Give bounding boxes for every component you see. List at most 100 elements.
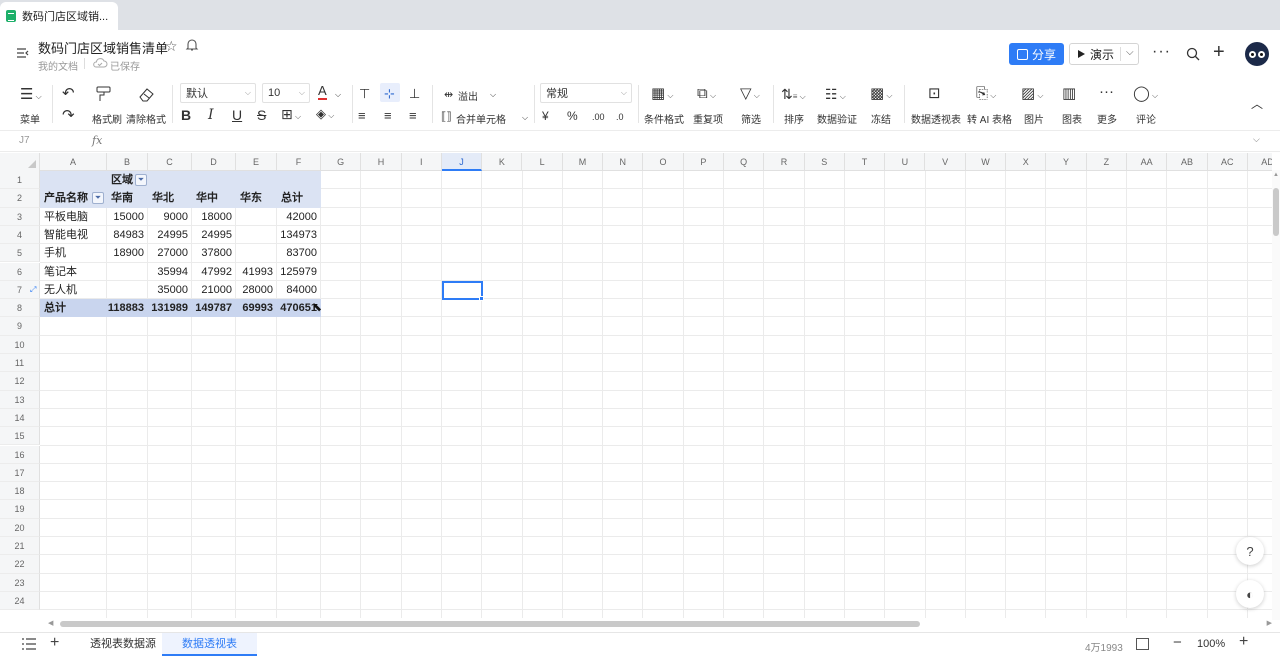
row-header-11[interactable]: 11 xyxy=(0,354,40,373)
scroll-thumb[interactable] xyxy=(1273,188,1279,236)
more-label[interactable]: 更多 xyxy=(1097,111,1117,126)
comment-icon[interactable]: ◯ ⌵ xyxy=(1133,86,1158,104)
format-painter-icon[interactable] xyxy=(94,86,114,102)
column-header-t[interactable]: T xyxy=(845,153,886,171)
undo-icon[interactable]: ↶ xyxy=(62,86,75,102)
pivot-value-cell[interactable]: 27000 xyxy=(148,244,192,262)
search-icon[interactable] xyxy=(1186,47,1200,61)
pivot-value-cell[interactable]: 83700 xyxy=(277,244,321,262)
chevron-down-icon[interactable]: ⌵ xyxy=(490,87,496,103)
pivot-value-cell[interactable]: 21000 xyxy=(192,281,236,299)
spreadsheet-grid[interactable]: A B C D E F G H I J K L M N O P Q R S T U V W X Y Z AA AB AC AD 12345… xyxy=(0,153,1272,618)
pivot-value-cell[interactable]: 18000 xyxy=(192,208,236,226)
italic-icon[interactable]: I xyxy=(208,107,214,123)
number-format-select[interactable]: 常规 ⌵ xyxy=(540,83,632,103)
percent-icon[interactable]: % xyxy=(567,108,578,124)
row-header-18[interactable]: 18 xyxy=(0,482,40,501)
column-header-l[interactable]: L xyxy=(523,153,563,171)
vertical-scrollbar[interactable]: ▲ xyxy=(1272,170,1280,620)
duplicates-label[interactable]: 重复项 xyxy=(693,111,723,126)
row-header-3[interactable]: 3 xyxy=(0,207,40,226)
pivot-value-cell[interactable]: 24995 xyxy=(148,226,192,244)
decimal-decrease-icon[interactable]: .00 xyxy=(592,109,605,125)
column-header-c[interactable]: C xyxy=(148,153,192,171)
row-header-6[interactable]: 6 xyxy=(0,262,40,281)
pivot-total-cell[interactable]: 118883 xyxy=(107,299,148,317)
pivot-value-cell[interactable]: 28000 xyxy=(236,281,277,299)
column-header-i[interactable]: I xyxy=(402,153,442,171)
scroll-left-icon[interactable]: ◀ xyxy=(48,619,53,627)
filter-dropdown-icon[interactable]: ⏷ xyxy=(92,192,104,205)
more-icon[interactable]: ··· xyxy=(1099,84,1114,100)
add-sheet-icon[interactable]: + xyxy=(50,634,59,652)
image-icon[interactable]: ▨ ⌵ xyxy=(1021,86,1043,104)
row-header-22[interactable]: 22 xyxy=(0,555,40,574)
row-header-12[interactable]: 12 xyxy=(0,372,40,391)
sheet-tab[interactable]: 透视表数据源 xyxy=(70,633,176,656)
ai-table-icon[interactable]: ⎘ ⌵ xyxy=(976,86,996,104)
comment-label[interactable]: 评论 xyxy=(1136,111,1156,126)
row-header-2[interactable]: 2 xyxy=(0,189,40,208)
pivot-column-header[interactable]: 华中 xyxy=(192,189,236,207)
align-top-icon[interactable]: ⊤ xyxy=(359,86,370,102)
column-header-f[interactable]: F xyxy=(277,153,321,171)
column-header-h[interactable]: H xyxy=(361,153,402,171)
column-header-aa[interactable]: AA xyxy=(1127,153,1168,171)
pivot-row-label[interactable]: 无人机 xyxy=(40,281,107,299)
merge-label[interactable]: 合并单元格 xyxy=(456,111,506,126)
column-header-s[interactable]: S xyxy=(805,153,845,171)
cond-format-label[interactable]: 条件格式 xyxy=(644,111,684,126)
star-icon[interactable]: ☆ xyxy=(165,38,178,55)
column-header-o[interactable]: O xyxy=(643,153,684,171)
formula-input[interactable] xyxy=(110,134,1240,149)
column-header-u[interactable]: U xyxy=(885,153,926,171)
filter-label[interactable]: 筛选 xyxy=(741,111,761,126)
pivot-row-label[interactable]: 手机 xyxy=(40,244,107,262)
avatar[interactable] xyxy=(1245,42,1269,66)
pivot-table-icon[interactable]: ⊡ xyxy=(928,86,941,102)
row-header-10[interactable]: 10 xyxy=(0,335,40,354)
ai-table-label[interactable]: 转 AI 表格 xyxy=(967,111,1012,126)
doc-title[interactable]: 数码门店区域销售清单 xyxy=(38,38,168,57)
pivot-row-label[interactable]: 智能电视 xyxy=(40,226,107,244)
pivot-row-header[interactable]: 产品名称 xyxy=(40,189,100,207)
font-color-icon[interactable]: A xyxy=(318,84,327,100)
column-header-k[interactable]: K xyxy=(482,153,523,171)
sort-label[interactable]: 排序 xyxy=(784,111,804,126)
data-validation-icon[interactable]: ☷ ⌵ xyxy=(825,86,846,105)
pivot-value-cell[interactable] xyxy=(107,281,148,299)
browser-tab[interactable]: 数码门店区域销... xyxy=(0,2,118,30)
font-size-select[interactable]: 10 ⌵ xyxy=(262,83,310,103)
chevron-down-icon[interactable]: ⌵ xyxy=(1126,47,1134,58)
column-header-x[interactable]: X xyxy=(1006,153,1047,171)
chart-icon[interactable]: ▥ xyxy=(1062,86,1076,102)
help-button[interactable]: ? xyxy=(1236,537,1264,565)
collapse-toolbar-icon[interactable]: ︿ xyxy=(1251,96,1263,112)
sort-icon[interactable]: ⇅≡ ⌵ xyxy=(781,86,806,105)
function-icon[interactable]: fx xyxy=(92,134,102,147)
doc-list-icon[interactable] xyxy=(16,46,30,60)
row-header-24[interactable]: 24 xyxy=(0,591,40,611)
pivot-value-cell[interactable]: 47992 xyxy=(192,263,236,281)
pivot-value-cell[interactable]: 37800 xyxy=(192,244,236,262)
zoom-level[interactable]: 100% xyxy=(1197,638,1225,650)
strikethrough-icon[interactable]: S xyxy=(257,107,266,123)
selected-cell-j7[interactable] xyxy=(441,280,484,301)
align-bottom-icon[interactable]: ⊥ xyxy=(409,86,420,102)
pivot-row-label[interactable]: 平板电脑 xyxy=(40,208,107,226)
assistant-button[interactable]: ◐ xyxy=(1236,580,1264,608)
row-header-19[interactable]: 19 xyxy=(0,500,40,519)
overflow-label[interactable]: 溢出 xyxy=(458,88,478,103)
align-right-icon[interactable]: ≡ xyxy=(409,108,417,124)
pivot-total-cell[interactable]: 131989 xyxy=(148,299,192,317)
merge-icon[interactable]: ⟦⟧ xyxy=(441,109,452,125)
pivot-value-cell[interactable]: 42000 xyxy=(277,208,321,226)
more-icon[interactable]: ··· xyxy=(1152,43,1171,61)
row-header-23[interactable]: 23 xyxy=(0,573,40,592)
decimal-increase-icon[interactable]: .0 xyxy=(616,109,624,125)
new-icon[interactable]: + xyxy=(1213,42,1225,62)
pivot-value-cell[interactable]: 35994 xyxy=(148,263,192,281)
conditional-format-icon[interactable]: ▦ ⌵ xyxy=(651,86,673,104)
present-button[interactable]: 演示 ⌵ xyxy=(1069,43,1139,65)
chevron-down-icon[interactable]: ⌵ xyxy=(1253,134,1260,145)
